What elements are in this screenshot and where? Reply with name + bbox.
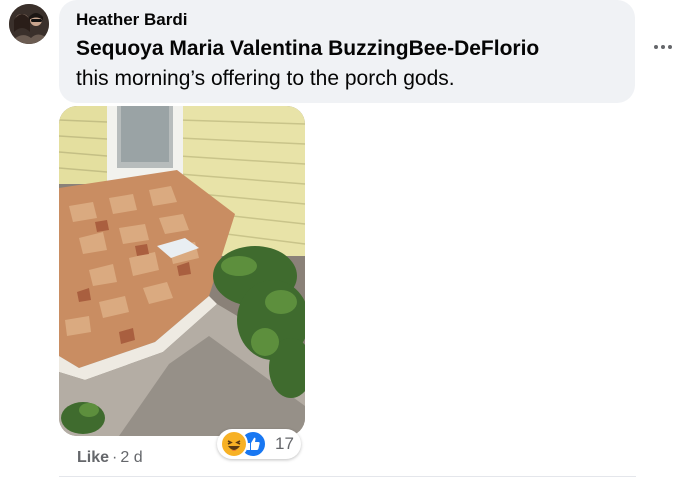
more-dot-icon [654, 45, 658, 49]
comment-timestamp[interactable]: 2 d [120, 449, 142, 466]
reaction-count: 17 [275, 434, 294, 453]
reactions-summary[interactable]: 17 [217, 429, 301, 459]
like-button[interactable]: Like [77, 449, 109, 466]
mentioned-user[interactable]: Sequoya Maria Valentina BuzzingBee-DeFlo… [76, 37, 539, 61]
separator-dot: · [112, 449, 118, 466]
avatar-photo [9, 4, 49, 44]
haha-emoji-icon [220, 430, 248, 458]
comment-author[interactable]: Heather Bardi [76, 10, 187, 30]
avatar[interactable] [9, 4, 49, 44]
more-dot-icon [668, 45, 672, 49]
more-options-button[interactable] [648, 32, 678, 62]
porch-photo-image [59, 106, 305, 436]
comment-photo[interactable] [59, 106, 305, 436]
comment-text: this morning’s offering to the porch god… [76, 67, 455, 90]
more-dot-icon [661, 45, 665, 49]
divider [59, 476, 636, 477]
comment-actions: Like · 2 d [77, 449, 143, 467]
